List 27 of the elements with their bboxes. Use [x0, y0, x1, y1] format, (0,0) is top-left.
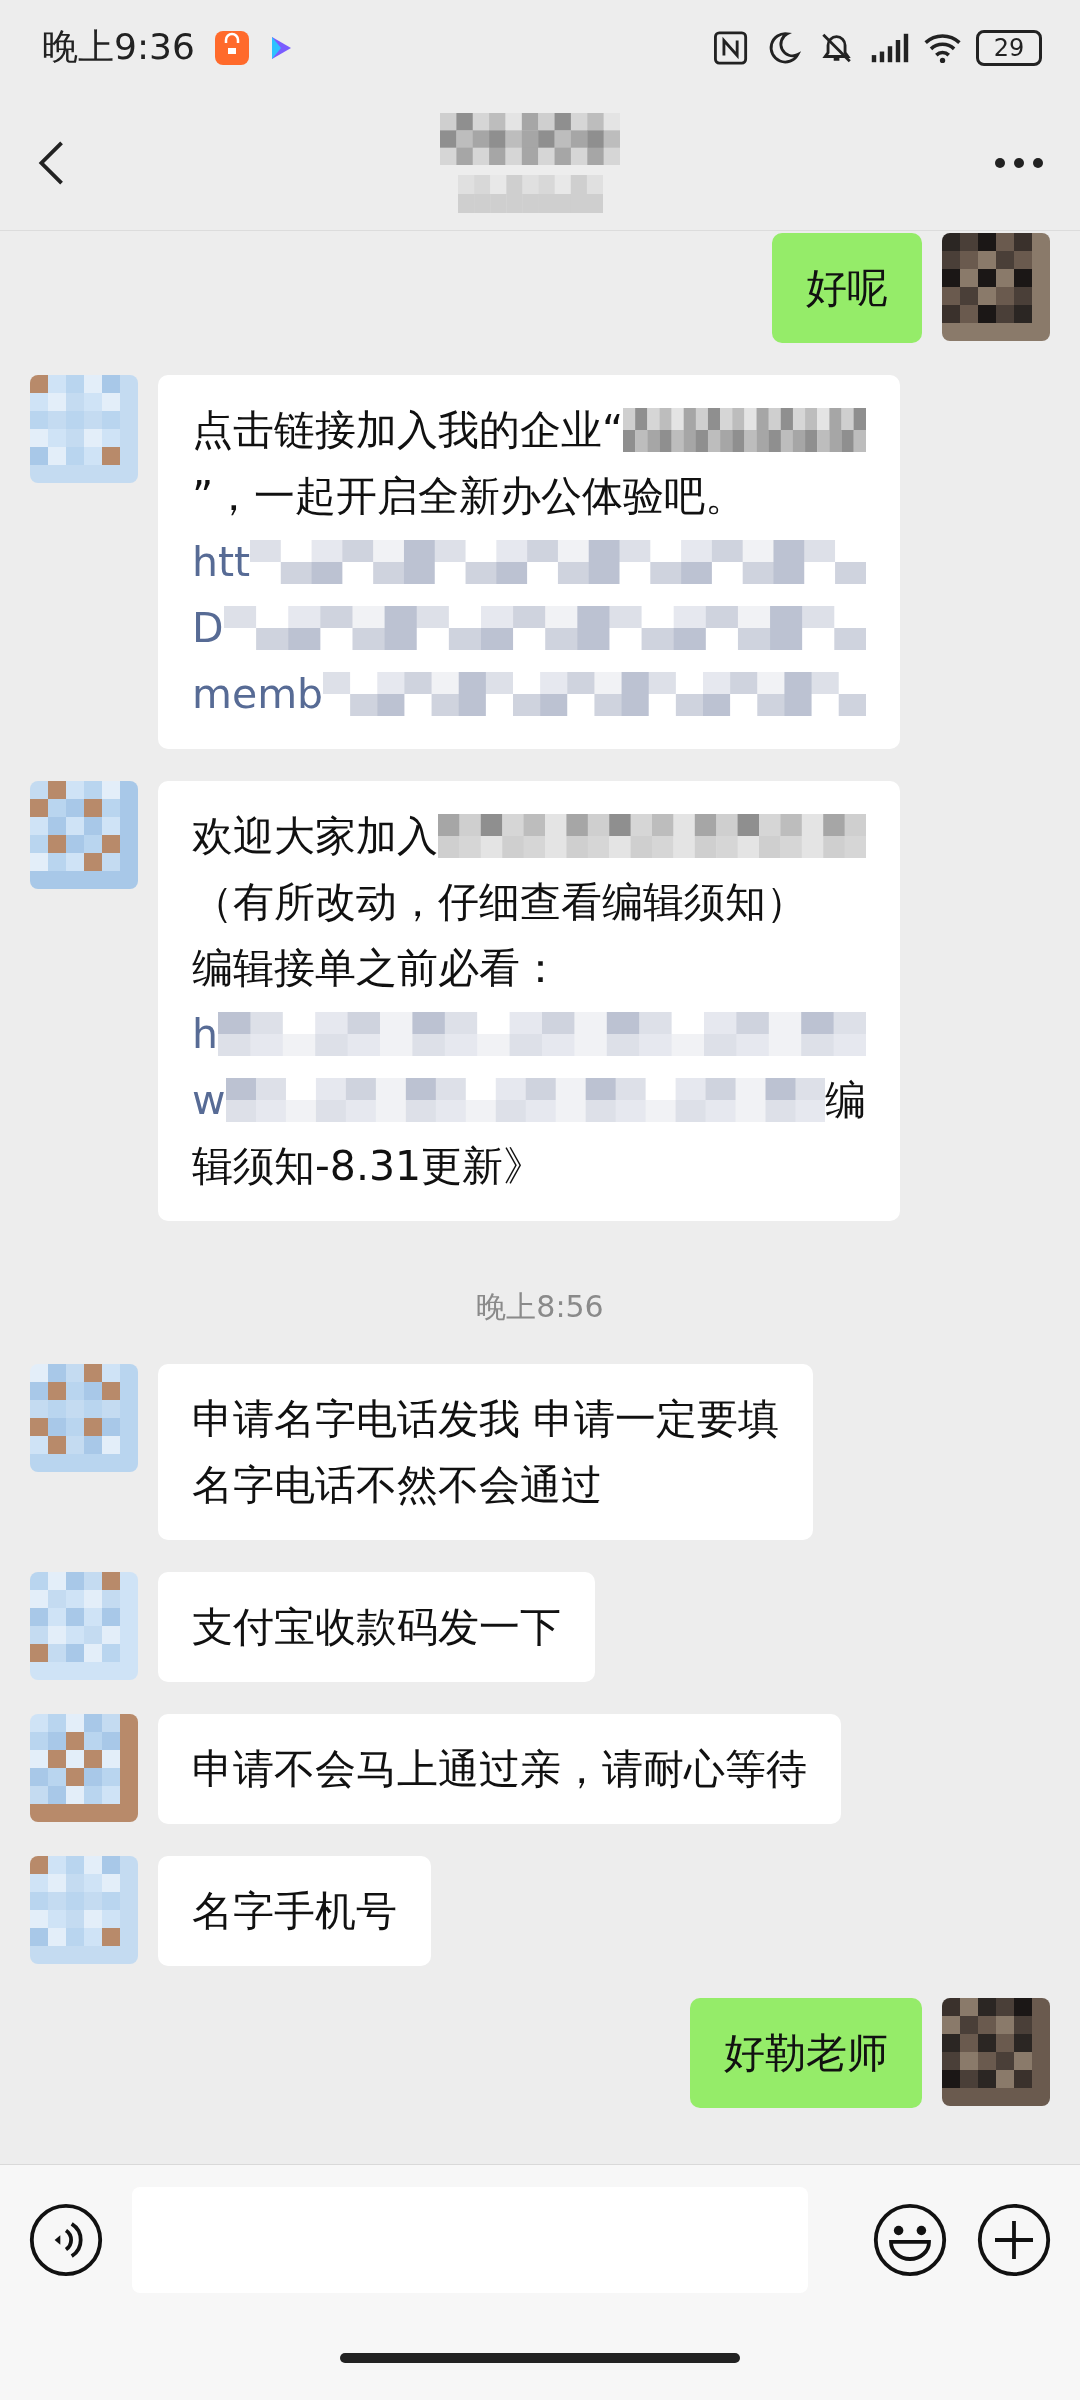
message-text: 点击链接加入我的企业“ — [192, 404, 624, 456]
more-icon[interactable] — [994, 156, 1044, 169]
battery-indicator: 29 — [976, 29, 1042, 66]
status-time: 晚上9:36 — [42, 25, 195, 69]
message-text: 申请名字电话发我 申请一定要填 — [192, 1393, 780, 1445]
message-text: 名字手机号 — [192, 1885, 397, 1937]
message-text: 申请不会马上通过亲，请耐心等待 — [192, 1743, 807, 1795]
home-indicator[interactable] — [340, 2352, 740, 2363]
message-text: 辑须知-8.31更新》 — [192, 1140, 545, 1192]
plus-icon[interactable] — [976, 2202, 1052, 2278]
link-text[interactable]: h — [192, 1010, 218, 1058]
link-text[interactable]: htt — [192, 538, 251, 586]
message-text: 欢迎大家加入 — [192, 810, 438, 862]
message-text: 支付宝收款码发一下 — [192, 1601, 561, 1653]
message-text: 编辑接单之前必看： — [192, 942, 561, 994]
timestamp: 晚上8:56 — [476, 1288, 604, 1326]
link-text[interactable]: D — [192, 604, 224, 652]
message-text: 名字电话不然不会通过 — [192, 1459, 602, 1511]
link-text[interactable]: w — [192, 1076, 226, 1124]
link-text[interactable]: memb — [192, 670, 324, 718]
voice-icon[interactable] — [28, 2202, 104, 2278]
message-text: 好呢 — [806, 262, 888, 314]
emoji-icon[interactable] — [872, 2202, 948, 2278]
message-text: ”，一起开启全新办公体验吧。 — [192, 470, 747, 522]
message-text: 编 — [825, 1074, 866, 1126]
message-text: （有所改动，仔细查看编辑须知） — [192, 876, 807, 928]
message-text: 好勒老师 — [724, 2027, 888, 2079]
